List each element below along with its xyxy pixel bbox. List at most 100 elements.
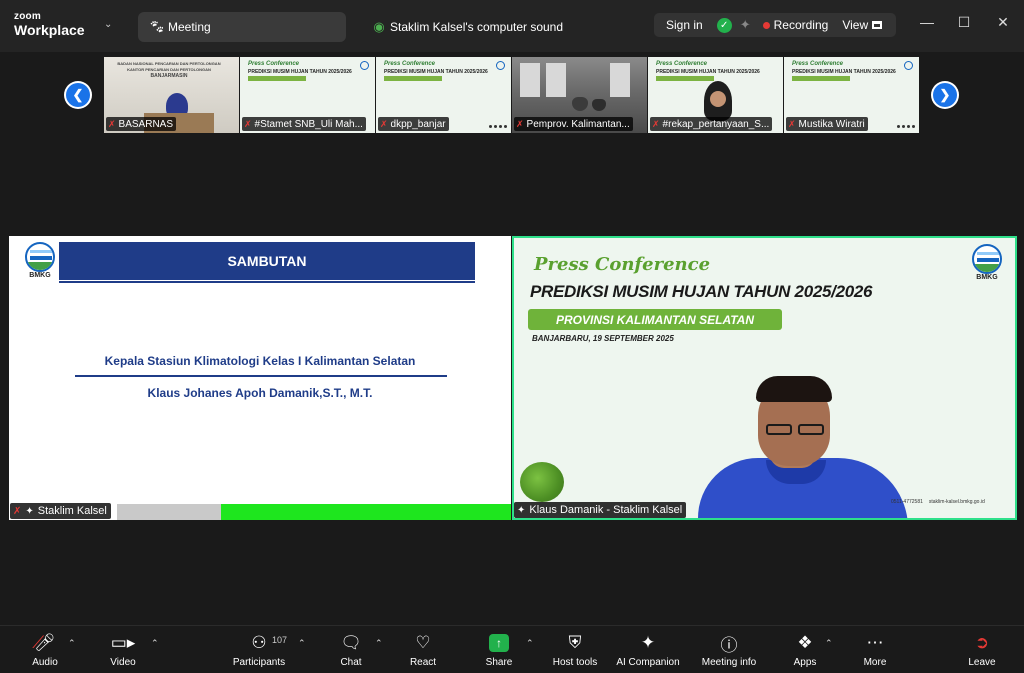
grid-icon [872, 21, 883, 29]
bmkg-logo-icon [360, 61, 369, 70]
sign-in-button[interactable]: Sign in [654, 18, 713, 32]
slide-heading: SAMBUTAN [59, 242, 475, 283]
meeting-info-button[interactable]: ⓘ Meeting info [698, 631, 760, 671]
chat-label: Chat [340, 657, 362, 668]
audio-options-chevron-icon[interactable]: ⌃ [68, 638, 76, 649]
bmkg-logo-text: BMKG [976, 274, 998, 281]
leave-door-icon: ➲ [974, 633, 990, 652]
ai-companion-label: AI Companion [616, 657, 680, 668]
dots-icon [489, 125, 507, 128]
event-date: BANJARBARU, 19 SEPTEMBER 2025 [532, 334, 674, 343]
share-button[interactable]: ↑ Share [483, 631, 515, 671]
apps-button[interactable]: ❖ Apps [790, 631, 820, 671]
chat-button[interactable]: 🗨︎ Chat [336, 631, 366, 671]
plant-decoration [520, 462, 564, 502]
bmkg-emblem-icon [972, 244, 1002, 274]
contact-website: staklim-kalsel.bmkg.go.id [928, 499, 985, 505]
minimize-icon[interactable]: — [917, 14, 937, 30]
mic-muted-icon: ✗ [380, 118, 388, 129]
react-button[interactable]: ♡ React [407, 631, 439, 671]
tab-meeting-label: Meeting [168, 20, 211, 34]
video-button[interactable]: ▭▸ Video [104, 631, 142, 671]
strip-next-button[interactable]: ❯ [931, 81, 959, 109]
chat-icon: 🗨︎ [340, 633, 362, 652]
window [610, 63, 630, 97]
slide-press-conference: Press Conference [656, 61, 708, 67]
meeting-toolbar: 🎤︎ ⟋ Audio ⌃ ▭▸ Video ⌃ ⚇ Participants 10… [0, 625, 1024, 673]
title-bar: zoom Workplace ⌄ 🐾︎ Meeting ◉ Staklim Ka… [0, 0, 1024, 52]
react-label: React [409, 657, 437, 668]
more-label: More [863, 657, 887, 668]
chevron-right-icon: ❯ [933, 83, 957, 107]
contact-info: 0511-4772581 staklim-kalsel.bmkg.go.id [891, 496, 1009, 508]
active-speaker-tile[interactable]: Press Conference PREDIKSI MUSIM HUJAN TA… [512, 236, 1017, 520]
paw-icon: 🐾︎ [148, 19, 166, 34]
thumbnail-pemprov[interactable]: ✗ Pemprov. Kalimantan... [512, 57, 647, 133]
apps-icon: ❖ [797, 633, 813, 652]
sparkle-icon[interactable]: ✦ [740, 17, 751, 33]
thumbnail-basarnas[interactable]: BADAN NASIONAL PENCARIAN DAN PERTOLONGAN… [104, 57, 239, 133]
thumbnail-label: ✗ BASARNAS [106, 117, 177, 131]
participant-figure [592, 99, 606, 111]
mic-muted-icon: ✗ [13, 505, 22, 517]
chevron-down-icon[interactable]: ⌄ [104, 19, 112, 30]
thumbnail-dkpp[interactable]: Press Conference PREDIKSI MUSIM HUJAN TA… [376, 57, 511, 133]
strip-prev-button[interactable]: ❮ [64, 81, 92, 109]
host-tools-button[interactable]: ⛨ Host tools [550, 631, 600, 671]
shared-slide-tile[interactable]: BMKG SAMBUTAN Kepala Stasiun Klimatologi… [9, 236, 511, 520]
close-icon[interactable]: ✕ [993, 14, 1013, 31]
thumbnail-stamet[interactable]: Press Conference PREDIKSI MUSIM HUJAN TA… [240, 57, 375, 133]
slide-press-conference: Press Conference [384, 61, 436, 67]
office-sign-3: BANJARMASIN [150, 73, 188, 79]
tab-computer-sound-label: Staklim Kalsel's computer sound [390, 20, 564, 34]
mic-muted-icon: ✗ [652, 118, 660, 129]
view-button[interactable]: View [842, 18, 883, 32]
mic-muted-icon: ✗ [516, 118, 524, 129]
slide-title: PREDIKSI MUSIM HUJAN TAHUN 2025/2026 [384, 69, 488, 75]
share-options-chevron-icon[interactable]: ⌃ [526, 638, 534, 649]
chat-options-chevron-icon[interactable]: ⌃ [375, 638, 383, 649]
shield-icon: ⛨ [568, 633, 582, 652]
leave-button[interactable]: ➲ Leave [966, 631, 998, 671]
ai-companion-button[interactable]: ✦ AI Companion [614, 631, 682, 671]
apps-options-chevron-icon[interactable]: ⌃ [825, 638, 833, 649]
record-dot-icon [762, 21, 770, 29]
participants-button[interactable]: ⚇ Participants 107 [228, 631, 290, 671]
bmkg-logo: BMKG [23, 242, 57, 280]
participant-name: Klaus Damanik - Staklim Kalsel [529, 504, 683, 516]
speaker-hair [756, 376, 832, 402]
slide-title: PREDIKSI MUSIM HUJAN TAHUN 2025/2026 [248, 69, 352, 75]
audio-button[interactable]: 🎤︎ ⟋ Audio [26, 631, 64, 671]
slide-position-title: Kepala Stasiun Klimatologi Kelas I Kalim… [104, 354, 416, 368]
slide-footer-bar-green [221, 504, 511, 520]
recording-indicator[interactable]: Recording [762, 18, 829, 32]
video-options-chevron-icon[interactable]: ⌃ [151, 638, 159, 649]
participant-name: BASARNAS [118, 118, 174, 130]
tab-meeting[interactable]: 🐾︎ Meeting [138, 12, 346, 42]
share-arrow-icon: ↑ [489, 634, 509, 652]
participants-options-chevron-icon[interactable]: ⌃ [298, 638, 306, 649]
sparkle-icon: ✦ [640, 633, 656, 652]
maximize-icon[interactable]: ☐ [954, 14, 974, 31]
province-label: PROVINSI KALIMANTAN SELATAN [528, 309, 782, 330]
recording-label: Recording [773, 18, 829, 32]
thumbnail-label: ✗ #rekap_pertanyaan_S... [650, 117, 773, 131]
window [520, 63, 540, 97]
slide-province-bar [792, 76, 850, 81]
slide-province-bar [248, 76, 306, 81]
shield-check-icon[interactable]: ✓ [716, 17, 732, 33]
view-label: View [842, 18, 869, 32]
more-button[interactable]: ⋯ More [860, 631, 890, 671]
tab-computer-sound[interactable]: ◉ Staklim Kalsel's computer sound [360, 12, 620, 42]
zoom-logo[interactable]: zoom Workplace [14, 12, 85, 38]
mic-muted-icon: ✗ [788, 118, 796, 129]
thumbnail-rekap[interactable]: Press Conference PREDIKSI MUSIM HUJAN TA… [648, 57, 783, 133]
participant-name: #Stamet SNB_Uli Mah... [254, 118, 363, 130]
brand-bottom: Workplace [14, 22, 85, 38]
bmkg-emblem-icon [25, 242, 55, 272]
thumbnail-mustika[interactable]: Press Conference PREDIKSI MUSIM HUJAN TA… [784, 57, 919, 133]
thumbnail-label: ✗ #Stamet SNB_Uli Mah... [242, 117, 366, 131]
participant-name: Mustika Wiratri [798, 118, 865, 130]
slide-footer-bar [117, 504, 221, 520]
dots-icon [897, 125, 915, 128]
